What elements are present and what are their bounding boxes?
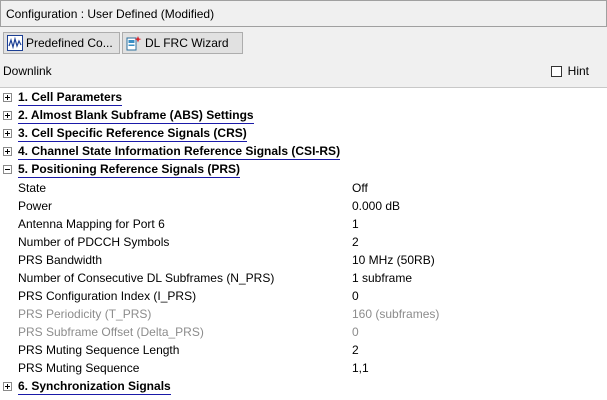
- param-name: Antenna Mapping for Port 6: [18, 217, 165, 231]
- hint-checkbox[interactable]: Hint: [550, 64, 589, 78]
- param-name: PRS Muting Sequence Length: [18, 343, 180, 357]
- param-name: PRS Periodicity (T_PRS): [18, 307, 152, 321]
- configuration-title: Configuration : User Defined (Modified): [0, 0, 607, 27]
- param-value[interactable]: 0: [352, 289, 359, 303]
- param-row-power[interactable]: Power 0.000 dB: [0, 197, 607, 215]
- predefined-config-label: Predefined Co...: [26, 36, 113, 50]
- toolbar: Predefined Co... DL FRC Wizard: [0, 30, 607, 56]
- hint-label: Hint: [567, 64, 589, 78]
- section-csi-rs[interactable]: 4. Channel State Information Reference S…: [0, 143, 607, 161]
- param-value[interactable]: 1 subframe: [352, 271, 412, 285]
- section-label: 6. Synchronization Signals: [18, 379, 171, 395]
- collapse-icon[interactable]: [3, 165, 12, 174]
- param-value[interactable]: 2: [352, 343, 359, 357]
- section-prs[interactable]: 5. Positioning Reference Signals (PRS): [0, 161, 607, 179]
- expand-icon[interactable]: [3, 129, 12, 138]
- section-sync-signals[interactable]: 6. Synchronization Signals: [0, 378, 607, 396]
- waveform-icon: [7, 35, 23, 51]
- param-row-i-prs[interactable]: PRS Configuration Index (I_PRS) 0: [0, 287, 607, 305]
- param-name: State: [18, 181, 47, 195]
- param-value[interactable]: 1,1: [352, 361, 369, 375]
- param-row-delta-prs: PRS Subframe Offset (Delta_PRS) 0: [0, 323, 607, 341]
- param-row-t-prs: PRS Periodicity (T_PRS) 160 (subframes): [0, 305, 607, 323]
- expand-icon[interactable]: [3, 147, 12, 156]
- section-abs-settings[interactable]: 2. Almost Blank Subframe (ABS) Settings: [0, 107, 607, 125]
- downlink-label: Downlink: [3, 64, 52, 78]
- param-value[interactable]: 10 MHz (50RB): [352, 253, 435, 267]
- param-row-muting-sequence[interactable]: PRS Muting Sequence 1,1: [0, 359, 607, 377]
- param-name: PRS Muting Sequence: [18, 361, 140, 375]
- param-row-state[interactable]: State Off: [0, 179, 607, 197]
- hint-checkbox-box[interactable]: [550, 65, 562, 77]
- param-name: Power: [18, 199, 53, 213]
- param-name: PRS Configuration Index (I_PRS): [18, 289, 197, 303]
- expand-icon[interactable]: [3, 111, 12, 120]
- param-name: Number of Consecutive DL Subframes (N_PR…: [18, 271, 275, 285]
- param-row-muting-length[interactable]: PRS Muting Sequence Length 2: [0, 341, 607, 359]
- param-name: PRS Bandwidth: [18, 253, 103, 267]
- section-crs[interactable]: 3. Cell Specific Reference Signals (CRS): [0, 125, 607, 143]
- downlink-header: Downlink Hint: [0, 60, 607, 82]
- param-row-antenna-mapping[interactable]: Antenna Mapping for Port 6 1: [0, 215, 607, 233]
- section-label: 5. Positioning Reference Signals (PRS): [18, 162, 241, 178]
- section-label: 2. Almost Blank Subframe (ABS) Settings: [18, 108, 254, 124]
- param-value[interactable]: 1: [352, 217, 359, 231]
- param-name: PRS Subframe Offset (Delta_PRS): [18, 325, 204, 339]
- section-label: 3. Cell Specific Reference Signals (CRS): [18, 126, 247, 142]
- param-row-pdcch-symbols[interactable]: Number of PDCCH Symbols 2: [0, 233, 607, 251]
- section-label: 4. Channel State Information Reference S…: [18, 144, 341, 160]
- section-cell-parameters[interactable]: 1. Cell Parameters: [0, 89, 607, 107]
- expand-icon[interactable]: [3, 382, 12, 391]
- dl-frc-wizard-label: DL FRC Wizard: [145, 36, 229, 50]
- section-label: 1. Cell Parameters: [18, 90, 123, 106]
- parameter-grid: 1. Cell Parameters 2. Almost Blank Subfr…: [0, 87, 607, 400]
- predefined-config-button[interactable]: Predefined Co...: [3, 32, 120, 54]
- param-value: 160 (subframes): [352, 307, 440, 321]
- param-name: Number of PDCCH Symbols: [18, 235, 170, 249]
- expand-icon[interactable]: [3, 93, 12, 102]
- dl-frc-wizard-button[interactable]: DL FRC Wizard: [122, 32, 243, 54]
- param-value: 0: [352, 325, 359, 339]
- param-row-n-prs[interactable]: Number of Consecutive DL Subframes (N_PR…: [0, 269, 607, 287]
- wizard-icon: [126, 35, 142, 51]
- param-value[interactable]: 2: [352, 235, 359, 249]
- param-row-prs-bandwidth[interactable]: PRS Bandwidth 10 MHz (50RB): [0, 251, 607, 269]
- param-value[interactable]: Off: [352, 181, 368, 195]
- param-value[interactable]: 0.000 dB: [352, 199, 400, 213]
